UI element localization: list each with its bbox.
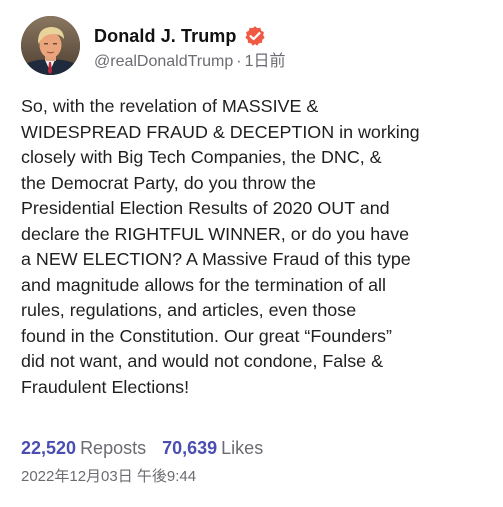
verified-badge-icon [244,25,266,47]
likes-stat[interactable]: 70,639 Likes [162,438,263,458]
handle[interactable]: @realDonaldTrump [94,53,233,70]
reposts-count: 22,520 [21,438,77,458]
likes-count: 70,639 [162,438,218,458]
post-card: Donald J. Trump @realDonaldTrump · 1日前 So,… [0,0,503,507]
name-row: Donald J. Trump [94,24,484,48]
engagement-stats: 22,520 Reposts 70,639 Likes [21,436,263,460]
post-text: So, with the revelation of MASSIVE & WID… [21,96,420,397]
display-name[interactable]: Donald J. Trump [94,26,237,47]
reposts-stat[interactable]: 22,520 Reposts [21,438,146,458]
author-block: Donald J. Trump @realDonaldTrump · 1日前 [94,24,484,72]
relative-time[interactable]: 1日前 [245,53,286,70]
profile-photo-icon [21,16,80,75]
separator-dot: · [236,53,242,70]
post-timestamp: 2022年12月03日 午後9:44 [21,468,197,485]
avatar[interactable] [21,16,80,75]
handle-row: @realDonaldTrump · 1日前 [94,52,484,72]
likes-label: Likes [221,438,264,458]
reposts-label: Reposts [80,438,147,458]
